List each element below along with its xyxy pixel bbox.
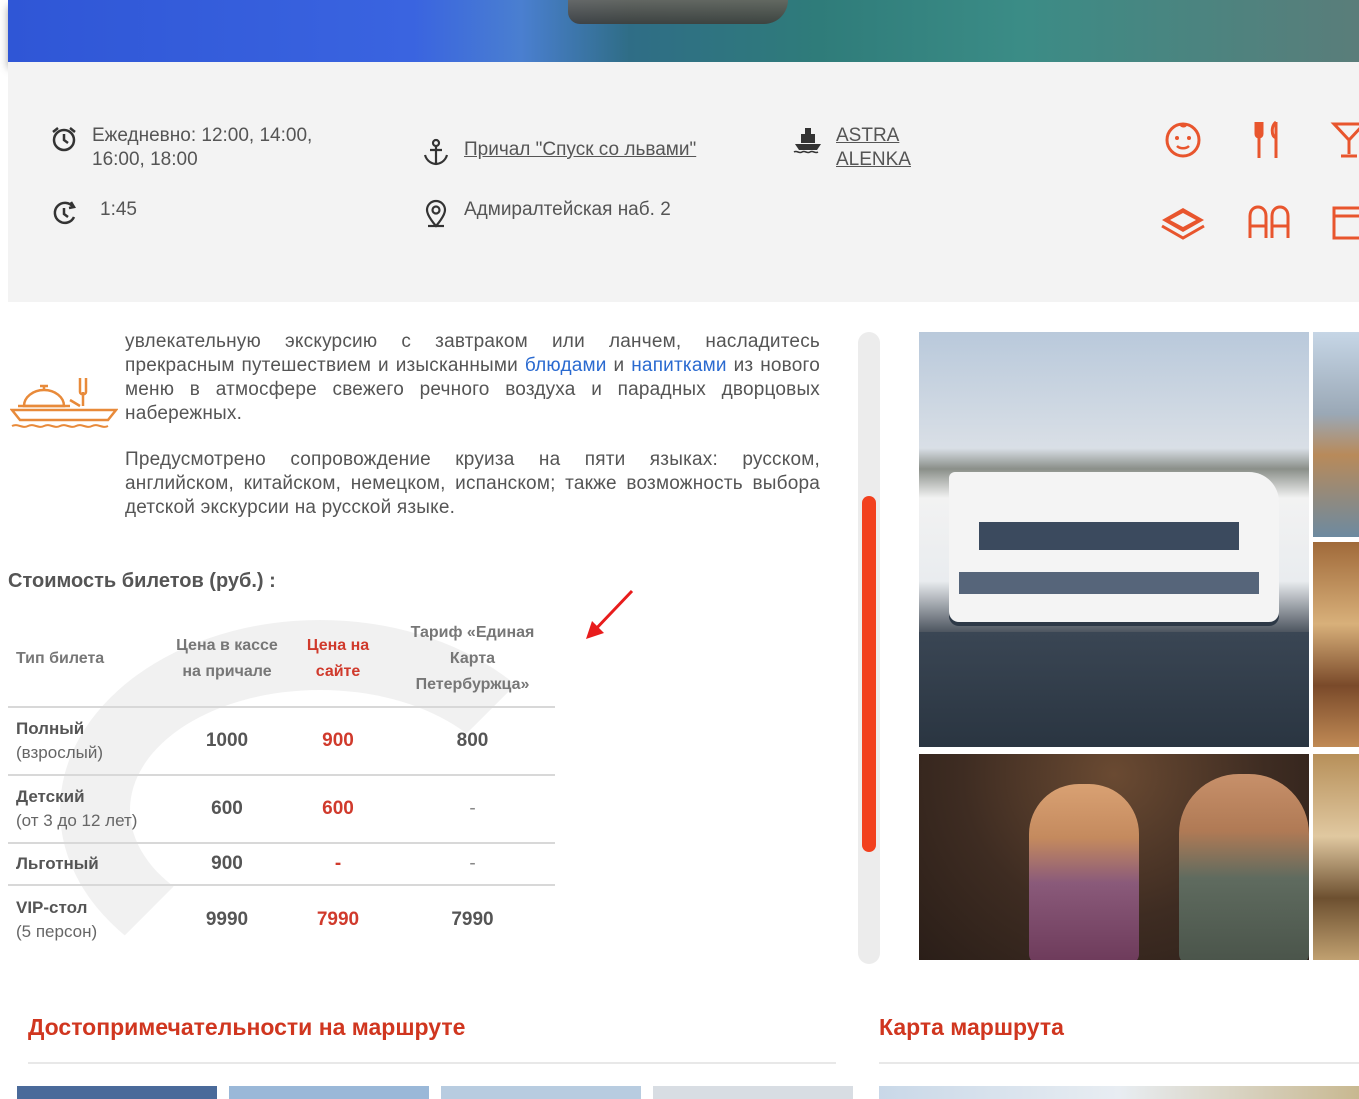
ticket-icon	[1328, 198, 1359, 248]
gallery-photo-thumb[interactable]	[1313, 542, 1359, 747]
address-text: Адмиралтейская наб. 2	[464, 199, 671, 220]
sights-heading: Достопримечательности на маршруте	[28, 1014, 466, 1040]
box-price: 1000	[168, 706, 286, 775]
pier-link[interactable]: Причал "Спуск со львами"	[464, 138, 696, 162]
sight-thumb[interactable]	[653, 1086, 853, 1099]
gallery-photo-thumb[interactable]	[1313, 754, 1359, 960]
sight-thumb[interactable]	[229, 1086, 429, 1099]
ticket-sub: (от 3 до 12 лет)	[16, 811, 138, 830]
gallery-photo-ship[interactable]	[919, 332, 1309, 747]
sight-thumb[interactable]	[17, 1086, 217, 1099]
site-price: 7990	[286, 884, 390, 953]
fork-knife-icon	[1244, 114, 1294, 164]
box-price: 600	[168, 774, 286, 843]
duration-text: 1:45	[100, 199, 137, 220]
site-price: 600	[286, 774, 390, 843]
location-pin-icon	[418, 198, 454, 228]
price-table: Тип билета Цена в кассе на причале Цена …	[8, 620, 555, 953]
ticket-sub: (5 персон)	[16, 921, 98, 941]
table-row: Льготный 900 - -	[8, 842, 555, 885]
box-price: 900	[168, 842, 286, 885]
ticket-name: Полный	[16, 719, 85, 738]
gallery-photo-guests[interactable]	[919, 754, 1309, 960]
scrollbar-thumb[interactable]	[862, 496, 876, 852]
dish-boat-icon	[9, 372, 119, 432]
alarm-clock-icon	[46, 124, 82, 154]
description-paragraph-1: увлекательную экскурсию с завтраком или …	[125, 331, 820, 424]
tour-description: увлекательную экскурсию с завтраком или …	[125, 330, 820, 542]
anchor-icon	[418, 138, 454, 168]
box-price: 9990	[168, 884, 286, 953]
divider	[879, 1062, 1359, 1064]
ticket-name: Детский	[16, 787, 85, 806]
language-icon	[1244, 198, 1294, 248]
ticket-name: VIP-стол	[16, 897, 88, 917]
ticket-sub: (взрослый)	[16, 743, 104, 762]
duration-clock-icon	[46, 198, 82, 228]
header-site-price: Цена на сайте	[306, 637, 370, 680]
table-row: VIP-стол (5 персон) 9990 7990 7990	[8, 884, 555, 953]
dishes-link[interactable]: блюдами	[525, 355, 607, 376]
table-row: Детский (от 3 до 12 лет) 600 600 -	[8, 774, 555, 843]
site-price: 900	[286, 706, 390, 775]
price-title: Стоимость билетов (руб.) :	[8, 570, 276, 592]
gallery-photo-thumb[interactable]	[1313, 332, 1359, 537]
card-price: -	[390, 842, 555, 885]
tour-info-panel: Ежедневно: 12:00, 14:00, 16:00, 18:00 1:…	[8, 62, 1359, 302]
deck-layers-icon	[1158, 198, 1208, 248]
header-card-tariff: Тариф «Единая Карта Петербуржца»	[410, 624, 535, 693]
address: Адмиралтейская наб. 2	[418, 198, 671, 228]
card-price: -	[390, 774, 555, 843]
card-price: 7990	[390, 884, 555, 953]
ship: ASTRA ALENKA	[790, 124, 940, 172]
annotation-arrow-icon	[586, 589, 634, 639]
pier: Причал "Спуск со львами"	[418, 138, 696, 168]
drinks-link[interactable]: напитками	[631, 355, 726, 376]
header-ticket-type: Тип билета	[16, 650, 105, 667]
ship-icon	[790, 124, 826, 154]
baby-face-icon	[1158, 114, 1208, 164]
duration: 1:45	[46, 198, 137, 228]
map-heading: Карта маршрута	[879, 1014, 1064, 1040]
ticket-name: Льготный	[16, 854, 99, 873]
divider	[28, 1062, 836, 1064]
route-map-preview[interactable]	[879, 1086, 1359, 1099]
sight-thumb[interactable]	[441, 1086, 641, 1099]
site-price: -	[286, 842, 390, 885]
cocktail-icon	[1328, 114, 1359, 164]
ship-link[interactable]: ASTRA ALENKA	[836, 124, 926, 172]
card-price: 800	[390, 706, 555, 775]
schedule-times-text: Ежедневно: 12:00, 14:00, 16:00, 18:00	[92, 125, 313, 170]
header-box-office: Цена в кассе на причале	[176, 637, 278, 680]
hero-banner-image	[8, 0, 1359, 62]
table-row: Полный (взрослый) 1000 900 800	[8, 706, 555, 775]
description-paragraph-2: Предусмотрено сопровождение круиза на пя…	[125, 449, 820, 518]
schedule-times: Ежедневно: 12:00, 14:00, 16:00, 18:00	[46, 124, 366, 172]
